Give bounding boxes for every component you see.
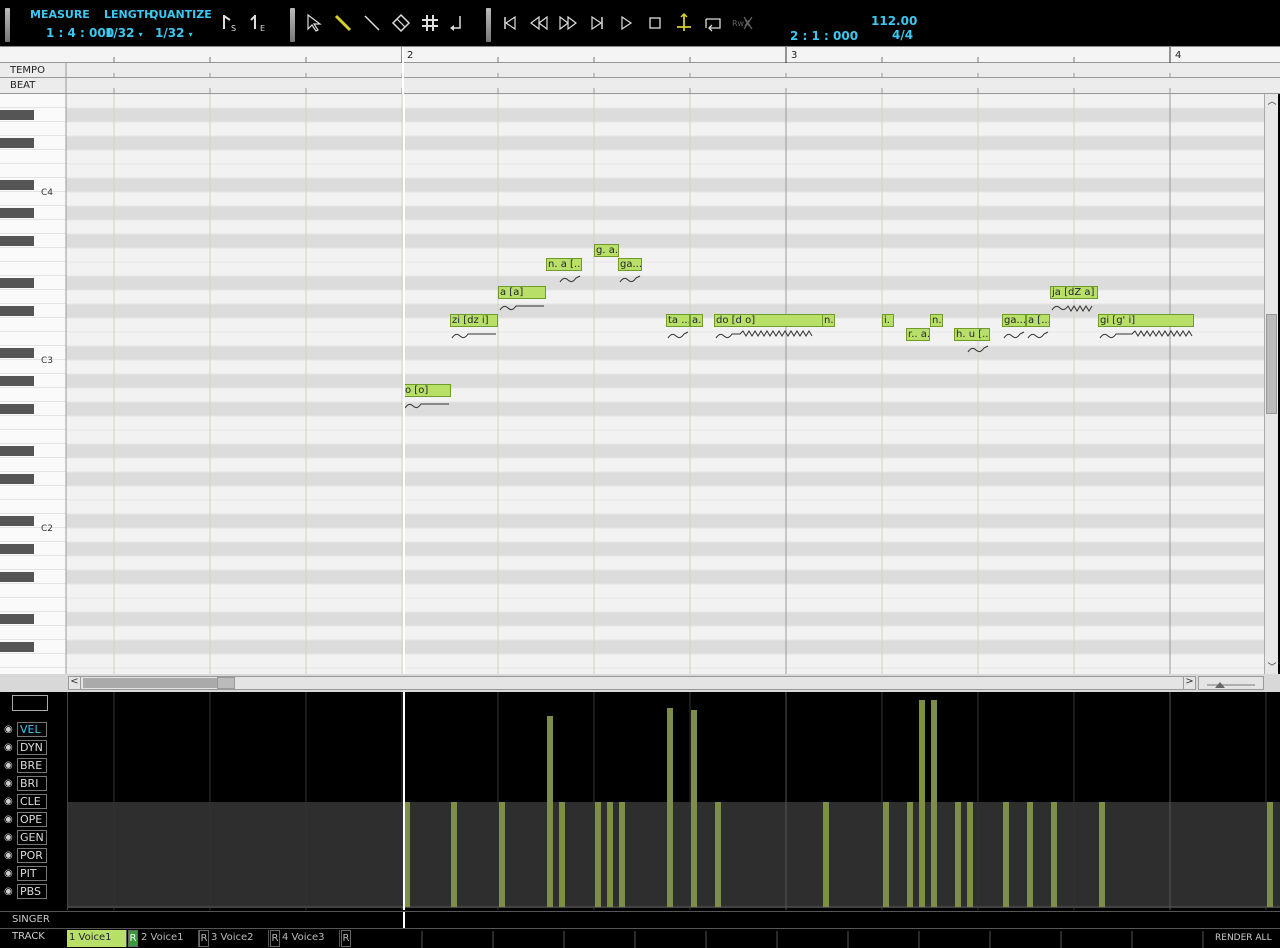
velocity-bar[interactable] [595, 802, 601, 907]
arrow-tool-icon[interactable] [302, 11, 326, 35]
velocity-bar[interactable] [499, 802, 505, 907]
velocity-bar[interactable] [907, 802, 913, 907]
fast-forward-icon[interactable] [556, 11, 580, 35]
grid-tool-icon[interactable] [418, 11, 442, 35]
stop-icon[interactable] [643, 11, 667, 35]
velocity-bar[interactable] [607, 802, 613, 907]
time-signature[interactable]: 4/4 [892, 28, 913, 42]
velocity-bar[interactable] [967, 802, 973, 907]
track-separators [421, 931, 1204, 948]
measure-label: MEASURE [30, 8, 90, 21]
singer-label: SINGER [12, 914, 50, 925]
track-tabs: TRACK 1 Voice1 R 2 Voice1 R 3 Voice2 R 4… [0, 929, 1280, 948]
loop-icon[interactable] [701, 11, 725, 35]
velocity-bar[interactable] [691, 710, 697, 907]
toolbar-grip[interactable] [290, 8, 295, 42]
velocity-bar[interactable] [931, 700, 937, 907]
play-icon[interactable] [614, 11, 638, 35]
spacer [0, 676, 66, 690]
velocity-bar[interactable] [451, 802, 457, 907]
go-to-start-icon[interactable] [498, 11, 522, 35]
pitch-curve [559, 275, 581, 283]
vertical-scroll-thumb[interactable] [1266, 314, 1277, 414]
velocity-bar[interactable] [547, 716, 553, 907]
horizontal-scroll-track-fill [83, 678, 233, 688]
note-start-icon[interactable]: S [220, 11, 244, 35]
pencil-tool-icon[interactable] [331, 11, 355, 35]
scroll-down-icon[interactable]: ﹀ [1266, 660, 1278, 673]
velocity-bar[interactable] [1051, 802, 1057, 907]
quantize-label: QUANTIZE [149, 8, 212, 21]
velocity-bar[interactable] [823, 802, 829, 907]
pitch-curves [404, 275, 1193, 409]
render-all-button[interactable]: RENDER ALL [1215, 933, 1272, 943]
pitch-curve [1027, 331, 1049, 339]
velocity-bar[interactable] [1099, 802, 1105, 907]
velocity-bar[interactable] [1003, 802, 1009, 907]
pitch-curve [1051, 305, 1093, 312]
chevron-down-icon: ▾ [138, 30, 143, 39]
line-tool-icon[interactable] [360, 11, 384, 35]
pitch-curve [1099, 330, 1193, 339]
playhead [403, 912, 405, 928]
rewind-icon[interactable] [527, 11, 551, 35]
timeline-ruler[interactable]: 2 3 4 TEMPO BEAT [0, 46, 1280, 95]
vertical-scrollbar[interactable]: ︿ ﹀ [1264, 94, 1278, 674]
piano-roll[interactable]: C4 C3 C2 o [o] zi [dz i] a [a] n. a [...… [0, 94, 1264, 674]
velocity-bar[interactable] [667, 708, 673, 907]
length-label: LENGTH [104, 8, 154, 21]
go-to-end-icon[interactable] [585, 11, 609, 35]
playback-position: 2 : 1 : 000 [790, 29, 859, 43]
velocity-bar[interactable] [619, 802, 625, 907]
velocity-bar[interactable] [919, 700, 925, 907]
chevron-down-icon: ▾ [188, 30, 193, 39]
singer-row: SINGER [0, 911, 1280, 929]
pitch-curve [451, 333, 496, 339]
scroll-left-icon[interactable]: < [69, 676, 81, 690]
ruler-ticks [65, 47, 1171, 95]
length-select[interactable]: 1/32 ▾ [105, 26, 143, 40]
pitch-curve [1003, 331, 1025, 339]
toolbar-grip[interactable] [486, 8, 491, 42]
pitch-curve [619, 275, 641, 283]
auto-scroll-icon[interactable] [672, 11, 696, 35]
quantize-select[interactable]: 1/32 ▾ [155, 26, 193, 40]
pitch-curve [667, 331, 689, 339]
control-parameter-area[interactable]: ◉ VEL ◉ DYN ◉ BRE ◉ BRI ◉ CLE ◉ OPE ◉ GEN ◉ POR … [0, 692, 1280, 910]
velocity-bar[interactable] [883, 802, 889, 907]
playhead [403, 692, 405, 910]
toolbar-grip[interactable] [5, 8, 10, 42]
scroll-right-icon[interactable]: > [1183, 676, 1195, 690]
control-grid [68, 692, 1280, 910]
pitch-curve [499, 305, 544, 311]
zoom-slider[interactable] [1198, 676, 1264, 690]
velocity-bar[interactable] [955, 802, 961, 907]
velocity-bar[interactable] [715, 802, 721, 907]
tempo-value[interactable]: 112.00 [871, 14, 917, 28]
scroll-up-icon[interactable]: ︿ [1266, 94, 1278, 107]
svg-text:E: E [260, 24, 265, 33]
eraser-tool-icon[interactable] [389, 11, 413, 35]
rewire-icon[interactable]: RwX [730, 11, 754, 35]
pitch-curve [967, 345, 989, 353]
velocity-bar[interactable] [1027, 802, 1033, 907]
playhead[interactable] [403, 94, 405, 674]
pitch-curve [715, 330, 813, 339]
velocity-bar[interactable] [559, 802, 565, 907]
svg-text:S: S [231, 24, 236, 33]
measure-value: 1 : 4 : 000 [46, 26, 115, 40]
pitch-curve [404, 403, 449, 409]
velocity-bar[interactable] [1267, 802, 1273, 907]
horizontal-scrollbar[interactable]: < > [68, 676, 1196, 690]
horizontal-scroll-thumb[interactable] [217, 677, 235, 689]
note-edit-icon[interactable] [446, 11, 470, 35]
toolbar: MEASURE 1 : 4 : 000 LENGTH 1/32 ▾ QUANTI… [0, 0, 1280, 46]
note-end-icon[interactable]: E [249, 11, 273, 35]
